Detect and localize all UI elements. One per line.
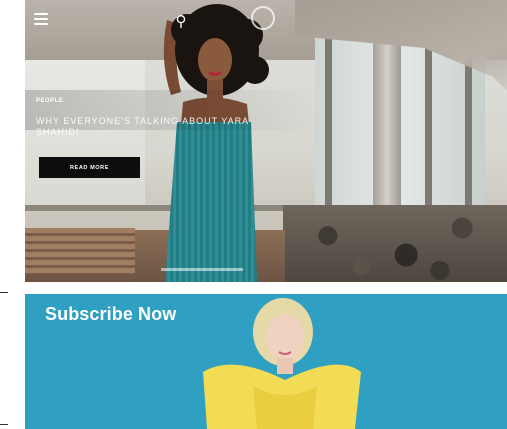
- hero-model-image: [163, 4, 269, 282]
- window-frame: [425, 28, 432, 208]
- subscribe-banner[interactable]: Subscribe Now: [25, 294, 507, 429]
- window-frame: [325, 28, 332, 208]
- logo-icon[interactable]: ⚲: [175, 10, 187, 32]
- read-more-button[interactable]: READ MORE: [39, 157, 140, 178]
- circle-icon[interactable]: [251, 6, 275, 30]
- article-category[interactable]: PEOPLE: [36, 98, 63, 104]
- slide-indicator[interactable]: [161, 268, 243, 271]
- divider: [0, 424, 8, 425]
- subscribe-model-image: [203, 298, 361, 429]
- hero-bench: [25, 228, 135, 274]
- hero-banner[interactable]: ⚲ PEOPLE WHY EVERYONE'S TALKING ABOUT YA…: [25, 0, 507, 282]
- menu-icon[interactable]: [34, 13, 48, 25]
- hero-column: [373, 40, 401, 210]
- article-headline[interactable]: WHY EVERYONE'S TALKING ABOUT YARA SHAHID…: [36, 116, 281, 138]
- subscribe-title[interactable]: Subscribe Now: [45, 304, 176, 325]
- divider: [0, 292, 8, 293]
- hero-stone-wall: [283, 205, 507, 282]
